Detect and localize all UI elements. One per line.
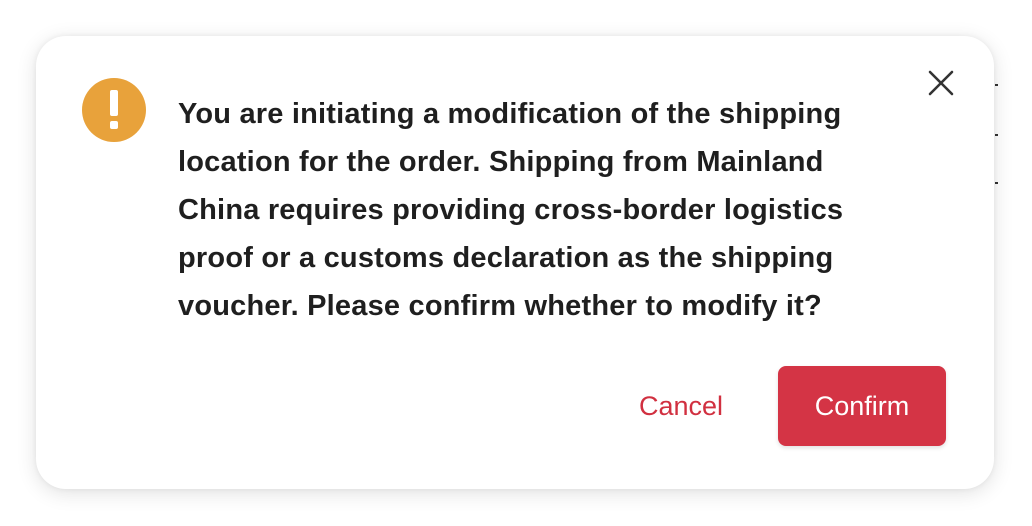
close-icon bbox=[928, 70, 954, 96]
dialog-message: You are initiating a modification of the… bbox=[178, 98, 844, 322]
background-edge-marks bbox=[994, 0, 998, 526]
confirm-button[interactable]: Confirm bbox=[778, 366, 946, 446]
confirm-dialog: You are initiating a modification of the… bbox=[36, 36, 994, 489]
cancel-button[interactable]: Cancel bbox=[616, 366, 746, 446]
close-button[interactable] bbox=[924, 66, 958, 100]
warning-icon bbox=[82, 78, 146, 142]
